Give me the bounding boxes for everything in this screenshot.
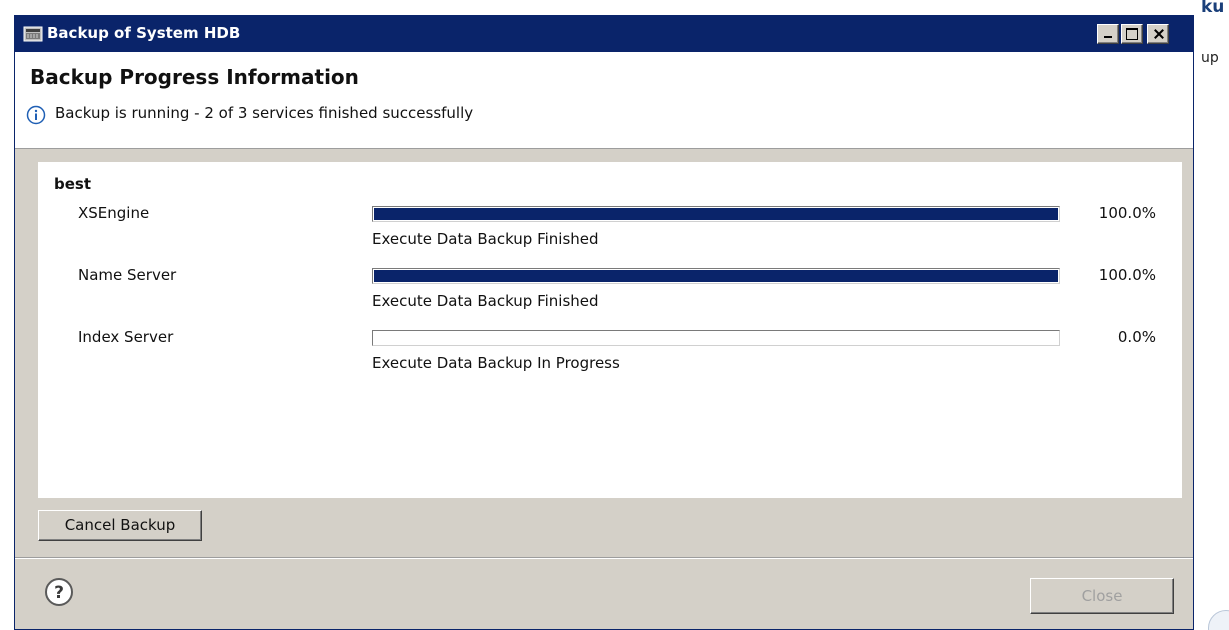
close-button[interactable]: Close	[1030, 578, 1174, 614]
service-status: Execute Data Backup In Progress	[372, 354, 620, 372]
background-circle-icon	[1208, 610, 1229, 630]
title-bar[interactable]: Backup of System HDB	[15, 16, 1193, 52]
service-name: Index Server	[78, 328, 174, 346]
status-message: Backup is running - 2 of 3 services fini…	[55, 104, 474, 122]
window-app-icon	[23, 26, 43, 42]
service-name: XSEngine	[78, 204, 150, 222]
window-title: Backup of System HDB	[47, 24, 241, 42]
backup-dialog: Backup of System HDB Backup Progress Inf…	[14, 15, 1194, 630]
background-text-top: ku	[1201, 0, 1225, 17]
progress-bar	[372, 330, 1060, 346]
svg-text:?: ?	[54, 583, 64, 603]
progress-percent: 100.0%	[1098, 266, 1156, 284]
cancel-backup-button[interactable]: Cancel Backup	[38, 510, 202, 541]
progress-bar-fill	[374, 208, 1058, 220]
service-status: Execute Data Backup Finished	[372, 292, 599, 310]
background-text-mid: up	[1201, 50, 1219, 66]
page-title: Backup Progress Information	[30, 65, 359, 89]
progress-panel: best XSEngine 100.0% Execute Data Backup…	[38, 162, 1182, 498]
service-name: Name Server	[78, 266, 177, 284]
progress-percent: 0.0%	[1117, 328, 1156, 346]
progress-bar	[372, 206, 1060, 222]
help-icon[interactable]: ?	[43, 576, 75, 608]
minimize-icon[interactable]	[1097, 24, 1119, 44]
group-title: best	[54, 175, 92, 193]
progress-bar	[372, 268, 1060, 284]
header-area: Backup Progress Information Backup is ru…	[15, 52, 1193, 149]
service-status: Execute Data Backup Finished	[372, 230, 599, 248]
progress-bar-fill	[374, 270, 1058, 282]
info-icon	[26, 105, 46, 125]
divider	[15, 557, 1193, 559]
progress-percent: 100.0%	[1098, 204, 1156, 222]
close-icon[interactable]	[1147, 24, 1169, 44]
maximize-icon[interactable]	[1121, 24, 1143, 44]
background-window-edge: ku up	[1194, 0, 1229, 630]
